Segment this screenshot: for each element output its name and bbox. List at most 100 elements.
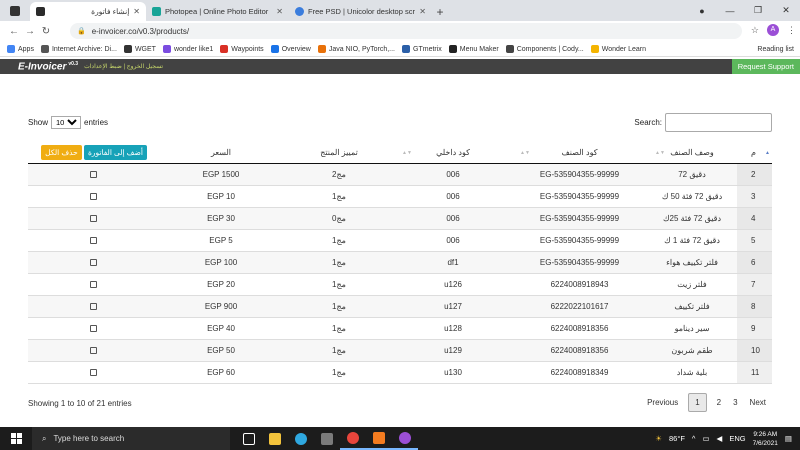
close-window-icon[interactable]: ✕	[772, 5, 800, 16]
bookmark-item[interactable]: wonder like1	[162, 45, 213, 53]
bookmark-item[interactable]: Overview	[270, 45, 311, 53]
row-checkbox[interactable]	[89, 302, 97, 310]
table-row[interactable]: EGP 60 مج1 u130 6224008918349 بلية شداد 11	[28, 361, 772, 384]
page-size-select[interactable]: 10	[51, 116, 82, 129]
pager-previous[interactable]: Previous	[641, 394, 684, 411]
bookmark-item[interactable]: Internet Archive: Di...	[40, 45, 117, 53]
notifications-icon[interactable]: ▤	[785, 434, 792, 443]
cell-item-code: 6224008918356	[512, 317, 647, 340]
windows-taskbar: ⌕ Type here to search ☀ 86°F ^ ▭ ◀ ENG 9…	[0, 427, 800, 450]
table-row[interactable]: EGP 1500 مج2 006 EG-535904355-99999 دقيق 72 2	[28, 163, 772, 186]
tab-search-icon	[10, 5, 20, 16]
table-row[interactable]: EGP 10 مج1 006 EG-535904355-99999 دقيق 72 فئ…	[28, 185, 772, 208]
clock-time: 9:26 AM	[753, 430, 778, 438]
pager-page-2[interactable]: 2	[711, 394, 727, 411]
bookmark-item[interactable]: GTmetrix	[402, 45, 442, 53]
tab-photopea[interactable]: Photopea | Online Photo Editor ✕	[146, 2, 289, 21]
row-checkbox[interactable]	[89, 236, 97, 244]
header-product-tag[interactable]: تمييز المنتج	[284, 142, 394, 164]
table-row[interactable]: EGP 900 مج1 u127 6222022101617 فلتر تكييف 8	[28, 295, 772, 318]
search-input[interactable]	[665, 113, 772, 132]
table-row[interactable]: EGP 40 مج1 u128 6224008918356 سير دينامو 9	[28, 317, 772, 340]
close-tab-icon[interactable]: ✕	[419, 7, 426, 16]
header-price-label: السعر	[210, 147, 232, 157]
waypoints-icon	[220, 45, 229, 53]
row-checkbox[interactable]	[89, 258, 97, 266]
row-checkbox[interactable]	[89, 280, 97, 288]
cell-product-tag: مج1	[284, 317, 394, 340]
header-links[interactable]: تسجيل الخروج | ضبط الإعدادات	[84, 63, 163, 70]
back-arrow-icon[interactable]: ←	[6, 26, 22, 37]
close-tab-icon[interactable]: ✕	[276, 7, 283, 16]
header-num[interactable]: ▲ م	[737, 142, 772, 164]
row-checkbox[interactable]	[89, 214, 97, 222]
bookmark-item[interactable]: Java NIO, PyTorch,...	[317, 45, 395, 53]
language-indicator[interactable]: ENG	[729, 434, 745, 443]
tab-search-button[interactable]	[0, 0, 30, 21]
start-button[interactable]	[0, 433, 32, 444]
taskbar-app[interactable]	[392, 427, 418, 450]
cell-num: 3	[737, 185, 772, 208]
tab-create-invoice[interactable]: إنشاء فاتورة ✕	[30, 2, 146, 21]
table-row[interactable]: EGP 100 مج1 df1 EG-535904355-99999 فلتر تكيي…	[28, 251, 772, 274]
table-row[interactable]: EGP 50 مج1 u129 6224008918356 طقم شربون 10	[28, 339, 772, 362]
taskbar-app[interactable]	[288, 427, 314, 450]
bookmark-item[interactable]: Waypoints	[220, 45, 264, 53]
bookmark-item[interactable]: WGET	[123, 45, 156, 53]
taskbar-app[interactable]	[236, 427, 262, 450]
pager-page-3[interactable]: 3	[727, 394, 743, 411]
maximize-icon[interactable]: ❐	[744, 5, 772, 16]
bookmark-item[interactable]: Components | Cody...	[505, 45, 584, 53]
table-info: Showing 1 to 10 of 21 entries	[28, 399, 132, 408]
brand-logo[interactable]: E-Invoicer v0.3	[18, 61, 78, 72]
taskbar-app[interactable]	[314, 427, 340, 450]
menu-kebab-icon[interactable]: ⋮	[787, 25, 796, 36]
tab-title: Photopea | Online Photo Editor	[165, 7, 269, 16]
reload-icon[interactable]: ↻	[38, 26, 54, 37]
request-support-button[interactable]: Request Support	[731, 59, 800, 74]
close-tab-icon[interactable]: ✕	[133, 7, 140, 16]
extension-icon[interactable]: ●	[688, 6, 716, 16]
row-checkbox[interactable]	[89, 346, 97, 354]
taskbar-app[interactable]	[262, 427, 288, 450]
row-checkbox[interactable]	[89, 324, 97, 332]
url-bar[interactable]: 🔒 e-invoicer.co/v0.3/products/	[70, 23, 742, 39]
table-row[interactable]: EGP 30 مج0 006 EG-535904355-99999 دقيق 72 فئ…	[28, 207, 772, 230]
lock-icon[interactable]: 🔒	[77, 27, 86, 35]
bookmark-item[interactable]: Wonder Learn	[590, 45, 646, 53]
network-icon[interactable]: ▭	[702, 434, 709, 443]
row-checkbox[interactable]	[89, 192, 97, 200]
pager-next[interactable]: Next	[744, 394, 772, 411]
row-checkbox[interactable]	[89, 368, 97, 376]
bookmark-label: GTmetrix	[413, 45, 442, 53]
weather-text[interactable]: 86°F	[669, 434, 685, 443]
weather-icon[interactable]: ☀	[655, 434, 662, 443]
header-internal-code[interactable]: ▲▼ كود داخلي	[394, 142, 512, 164]
bookmark-star-icon[interactable]: ☆	[751, 25, 759, 36]
reading-list[interactable]: Reading list	[754, 46, 794, 53]
bookmark-item[interactable]: Menu Maker	[448, 45, 499, 53]
clock[interactable]: 9:26 AM 7/6/2021	[753, 430, 778, 448]
tray-overflow-icon[interactable]: ^	[692, 434, 696, 443]
pager-page-1[interactable]: 1	[688, 393, 707, 412]
tab-freepik[interactable]: Free PSD | Unicolor desktop scre ✕	[289, 2, 432, 21]
volume-icon[interactable]: ◀	[717, 434, 723, 443]
profile-avatar[interactable]: A	[767, 24, 779, 36]
minimize-icon[interactable]: —	[716, 6, 744, 16]
header-price[interactable]: السعر	[158, 142, 284, 164]
table-row[interactable]: EGP 20 مج1 u126 6224008918943 فلتر زيت 7	[28, 273, 772, 296]
header-item-code[interactable]: ▲▼ كود الصنف	[512, 142, 647, 164]
new-tab-button[interactable]: +	[432, 2, 448, 21]
taskbar-app[interactable]	[366, 427, 392, 450]
taskbar-search[interactable]: ⌕ Type here to search	[32, 427, 230, 450]
forward-arrow-icon[interactable]: →	[22, 26, 38, 37]
header-description[interactable]: ▲▼ وصف الصنف	[647, 142, 737, 164]
add-to-invoice-button[interactable]: أضف إلى الفاتورة	[83, 144, 147, 160]
taskbar-app[interactable]	[340, 427, 366, 450]
row-select-cell	[28, 251, 158, 274]
bookmark-item[interactable]: Apps	[7, 45, 34, 53]
table-row[interactable]: EGP 5 مج1 006 EG-535904355-99999 دقيق 72 فئة…	[28, 229, 772, 252]
chrome-icon	[347, 431, 359, 444]
row-checkbox[interactable]	[89, 170, 97, 178]
delete-all-button[interactable]: حذف الكل	[41, 144, 82, 160]
